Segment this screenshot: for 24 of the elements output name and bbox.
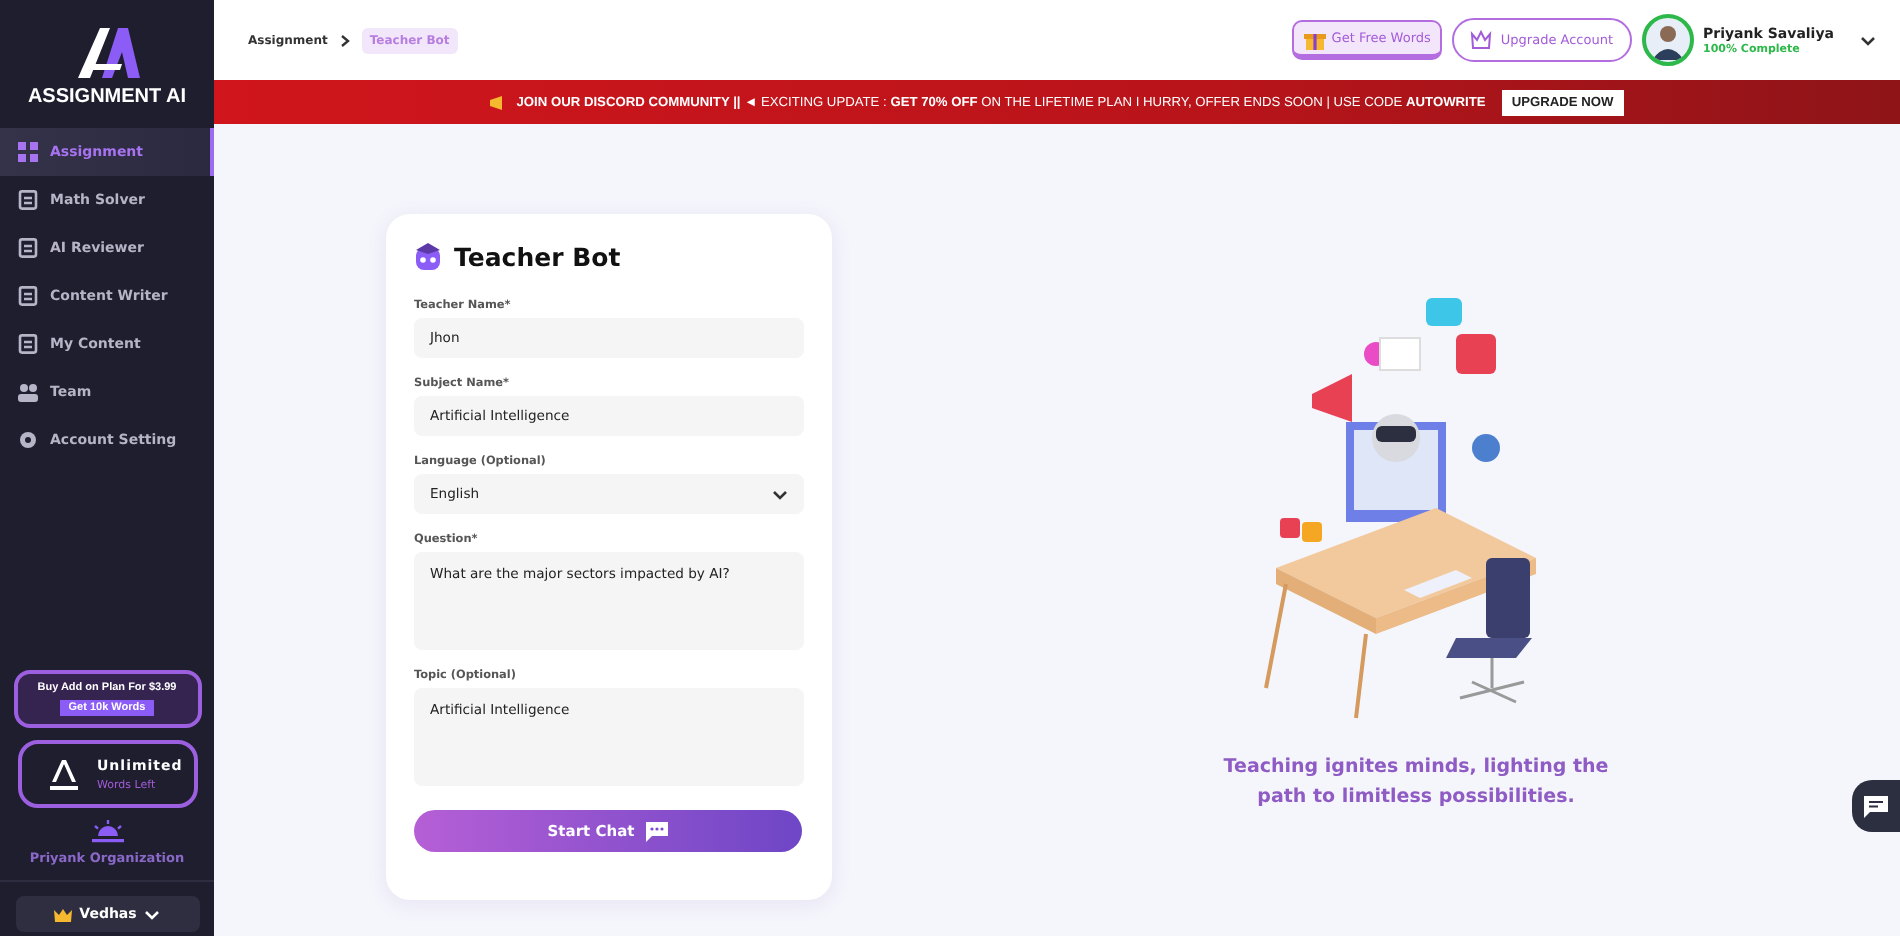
chevron-down-icon — [772, 489, 788, 499]
chat-icon — [646, 821, 669, 841]
settings-icon — [18, 430, 38, 450]
team-icon — [18, 382, 38, 402]
chevron-down-icon — [144, 909, 161, 919]
sunrise-icon — [89, 820, 125, 844]
document-icon — [18, 286, 38, 306]
robot-icon — [414, 242, 442, 272]
grid-icon — [18, 142, 38, 162]
caption-text: Teaching ignites minds, lighting the path to limitless possibilities. — [1221, 754, 1611, 813]
document-icon — [18, 334, 38, 354]
avatar-icon[interactable] — [1641, 14, 1694, 66]
brand-name: ASSIGNMENT AI — [27, 86, 187, 108]
form-title: Teacher Bot — [454, 242, 621, 272]
chevron-down-icon[interactable] — [1860, 35, 1876, 45]
crown-icon — [1470, 30, 1493, 50]
chat-button[interactable] — [1852, 780, 1900, 832]
document-icon — [18, 238, 38, 258]
logo-icon — [73, 24, 141, 80]
letter-icon — [49, 758, 77, 790]
chevron-right-icon — [339, 33, 350, 47]
chat-icon — [1864, 795, 1888, 817]
document-icon — [18, 190, 38, 210]
crown-icon — [53, 907, 72, 921]
